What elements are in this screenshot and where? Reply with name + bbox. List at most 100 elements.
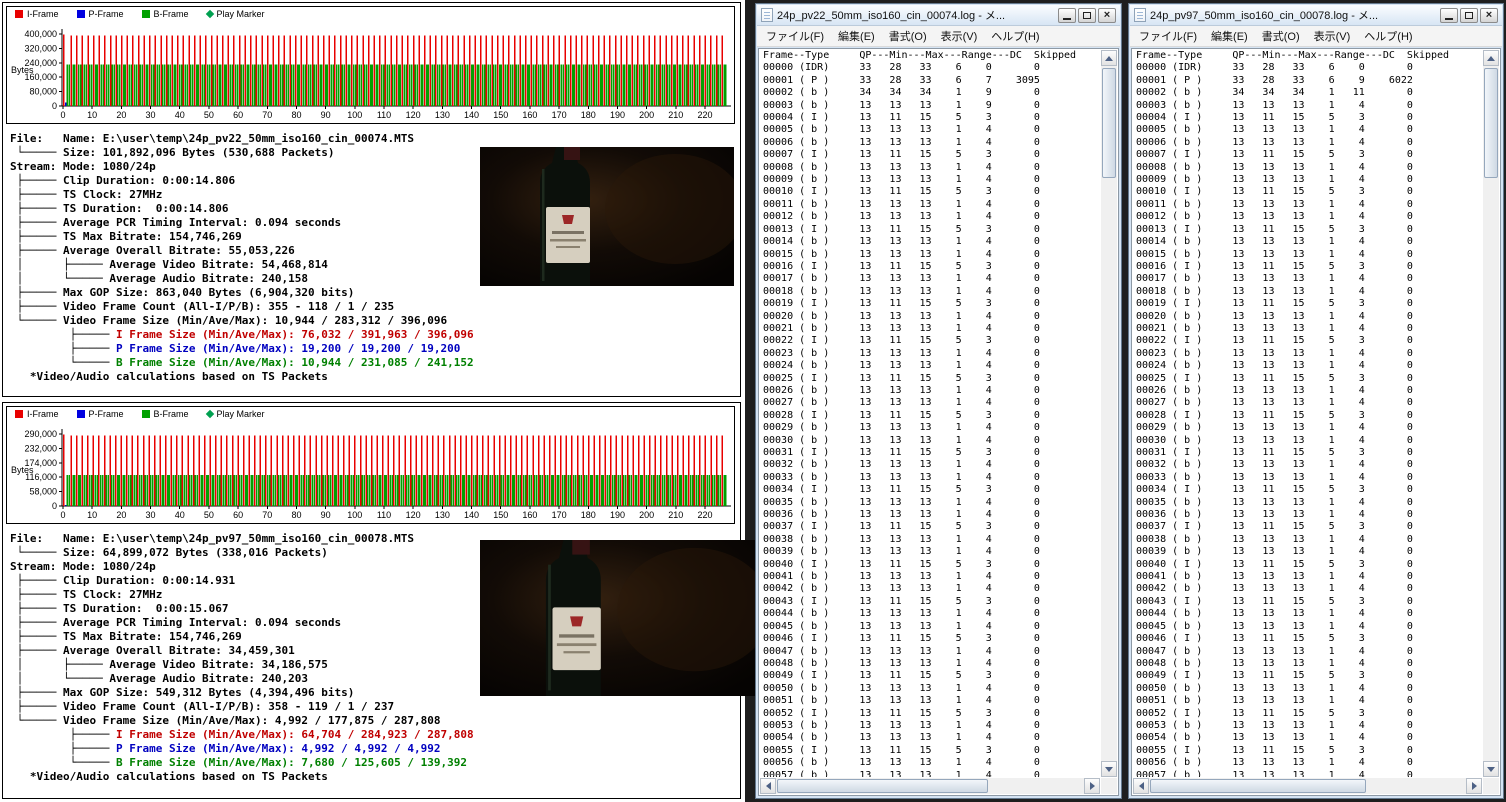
info-line: └───── B Frame Size (Min/Ave/Max): 10,94…	[10, 356, 474, 370]
arrow-up-icon	[1487, 55, 1495, 61]
horizontal-scrollbar[interactable]	[760, 778, 1100, 794]
vertical-scrollbar[interactable]	[1101, 50, 1117, 777]
vertical-scroll-thumb[interactable]	[1102, 68, 1116, 178]
log-row: 00051 ( b ) 13 13 13 1 4 0	[763, 695, 1040, 707]
horizontal-scroll-thumb[interactable]	[1150, 779, 1367, 793]
maximize-button[interactable]	[1078, 7, 1096, 23]
log-row: 00003 ( b ) 13 13 13 1 9 0	[763, 99, 1040, 111]
frame-bar	[427, 64, 430, 106]
chart-legend: I-Frame P-Frame B-Frame Play Marker	[15, 9, 265, 19]
frame-bar	[586, 474, 588, 506]
frame-bar	[100, 64, 102, 106]
log-row: 00032 ( b ) 13 13 13 1 4 0	[1136, 459, 1413, 471]
frame-bar	[244, 474, 247, 506]
scroll-right-button[interactable]	[1466, 778, 1482, 794]
frame-bar	[248, 435, 250, 506]
scroll-left-button[interactable]	[1133, 778, 1149, 794]
menu-item-format[interactable]: 書式(O)	[1255, 25, 1307, 47]
frame-bar	[604, 435, 607, 506]
frame-size-chart-2[interactable]: I-Frame P-Frame B-Frame Play Marker 290,000…	[6, 406, 735, 524]
frame-bar	[534, 64, 536, 106]
minimize-button[interactable]	[1058, 7, 1076, 23]
log-row: 00015 ( b ) 13 13 13 1 4 0	[1136, 248, 1413, 260]
frame-bar	[545, 474, 547, 506]
scroll-down-button[interactable]	[1101, 761, 1117, 777]
vertical-scroll-thumb[interactable]	[1484, 68, 1498, 178]
frame-bar	[431, 64, 433, 106]
minimize-button[interactable]	[1440, 7, 1458, 23]
titlebar[interactable]: 24p_pv97_50mm_iso160_cin_00078.log - メ..…	[1130, 5, 1502, 26]
x-tick-label: 70	[262, 110, 272, 120]
scroll-left-button[interactable]	[760, 778, 776, 794]
frame-bar	[170, 435, 173, 506]
frame-bar	[616, 64, 619, 106]
frame-bar	[665, 35, 667, 107]
info-line: │ ├───── Average Video Bitrate: 34,186,5…	[10, 658, 474, 672]
frame-bar	[213, 474, 215, 506]
menu-item-edit[interactable]: 編集(E)	[831, 25, 882, 47]
log-row: 00047 ( b ) 13 13 13 1 4 0	[763, 645, 1040, 657]
horizontal-scrollbar[interactable]	[1133, 778, 1482, 794]
y-tick-label: 320,000	[24, 43, 57, 53]
log-client[interactable]: Frame--Type QP---Min---Max---Range---DC …	[1131, 48, 1501, 796]
frame-bar	[702, 474, 705, 506]
menu-item-help[interactable]: ヘルプ(H)	[1357, 25, 1419, 47]
scroll-up-button[interactable]	[1483, 50, 1499, 66]
maximize-icon	[1083, 11, 1091, 19]
frame-bar	[94, 64, 97, 106]
frame-bar	[228, 474, 230, 506]
tree-connector: ├─────	[10, 574, 63, 587]
tree-connector: │ ├─────	[10, 258, 110, 271]
frame-bar	[375, 64, 377, 106]
frame-bar	[122, 64, 125, 106]
log-row: 00054 ( b ) 13 13 13 1 4 0	[1136, 732, 1413, 744]
log-client[interactable]: Frame--Type QP---Min---Max---Range---DC …	[758, 48, 1119, 796]
info-text: P Frame Size (Min/Ave/Max): 4,992 / 4,99…	[115, 742, 441, 755]
scroll-down-button[interactable]	[1483, 761, 1499, 777]
menu-item-format[interactable]: 書式(O)	[882, 25, 934, 47]
log-row: 00024 ( b ) 13 13 13 1 4 0	[1136, 360, 1413, 372]
close-button[interactable]: ×	[1480, 7, 1498, 23]
menu-item-view[interactable]: 表示(V)	[1307, 25, 1358, 47]
log-text[interactable]: Frame--Type QP---Min---Max---Range---DC …	[763, 50, 1100, 777]
close-button[interactable]: ×	[1098, 7, 1116, 23]
frame-bar	[472, 474, 475, 506]
menu-item-help[interactable]: ヘルプ(H)	[984, 25, 1046, 47]
p-frame-swatch-icon	[76, 10, 85, 18]
frame-bar	[406, 474, 408, 506]
log-row: 00031 ( I ) 13 11 15 5 3 0	[1136, 447, 1413, 458]
frame-bar	[180, 64, 183, 106]
notepad-window-1: 24p_pv22_50mm_iso160_cin_00074.log - メ..…	[755, 3, 1122, 799]
frame-bar	[484, 474, 486, 506]
x-tick-label: 200	[639, 110, 654, 120]
stream-info-tree: File: Name: E:\user\temp\24p_pv97_50mm_i…	[10, 532, 474, 784]
frame-bar	[250, 35, 252, 107]
tree-connector: ├─────	[10, 328, 116, 341]
frame-bar	[63, 34, 65, 107]
frame-bar	[252, 474, 254, 506]
frame-bar	[169, 64, 172, 106]
menu-item-view[interactable]: 表示(V)	[934, 25, 985, 47]
frame-bar	[657, 64, 660, 106]
frame-bar	[254, 435, 256, 506]
frame-bar	[287, 435, 289, 506]
scroll-up-button[interactable]	[1101, 50, 1117, 66]
menu-item-file[interactable]: ファイル(F)	[1132, 25, 1204, 47]
frame-bar	[422, 64, 424, 106]
frame-bar	[225, 64, 228, 106]
maximize-button[interactable]	[1460, 7, 1478, 23]
frame-size-chart-1[interactable]: I-Frame P-Frame B-Frame Play Marker 400,000…	[6, 6, 735, 124]
frame-bar	[181, 435, 184, 506]
log-text[interactable]: Frame--Type QP---Min---Max---Range---DC …	[1136, 50, 1482, 777]
tree-connector: ├─────	[10, 742, 116, 755]
scroll-right-button[interactable]	[1084, 778, 1100, 794]
menu-item-file[interactable]: ファイル(F)	[759, 25, 831, 47]
legend-label: Play Marker	[216, 9, 265, 19]
log-row: 00003 ( b ) 13 13 13 1 4 0	[1136, 99, 1413, 111]
vertical-scrollbar[interactable]	[1483, 50, 1499, 777]
horizontal-scroll-thumb[interactable]	[777, 779, 988, 793]
menu-item-edit[interactable]: 編集(E)	[1204, 25, 1255, 47]
legend-label: B-Frame	[153, 9, 189, 19]
info-line: ├───── TS Max Bitrate: 154,746,269	[10, 630, 474, 644]
titlebar[interactable]: 24p_pv22_50mm_iso160_cin_00074.log - メ..…	[757, 5, 1120, 26]
